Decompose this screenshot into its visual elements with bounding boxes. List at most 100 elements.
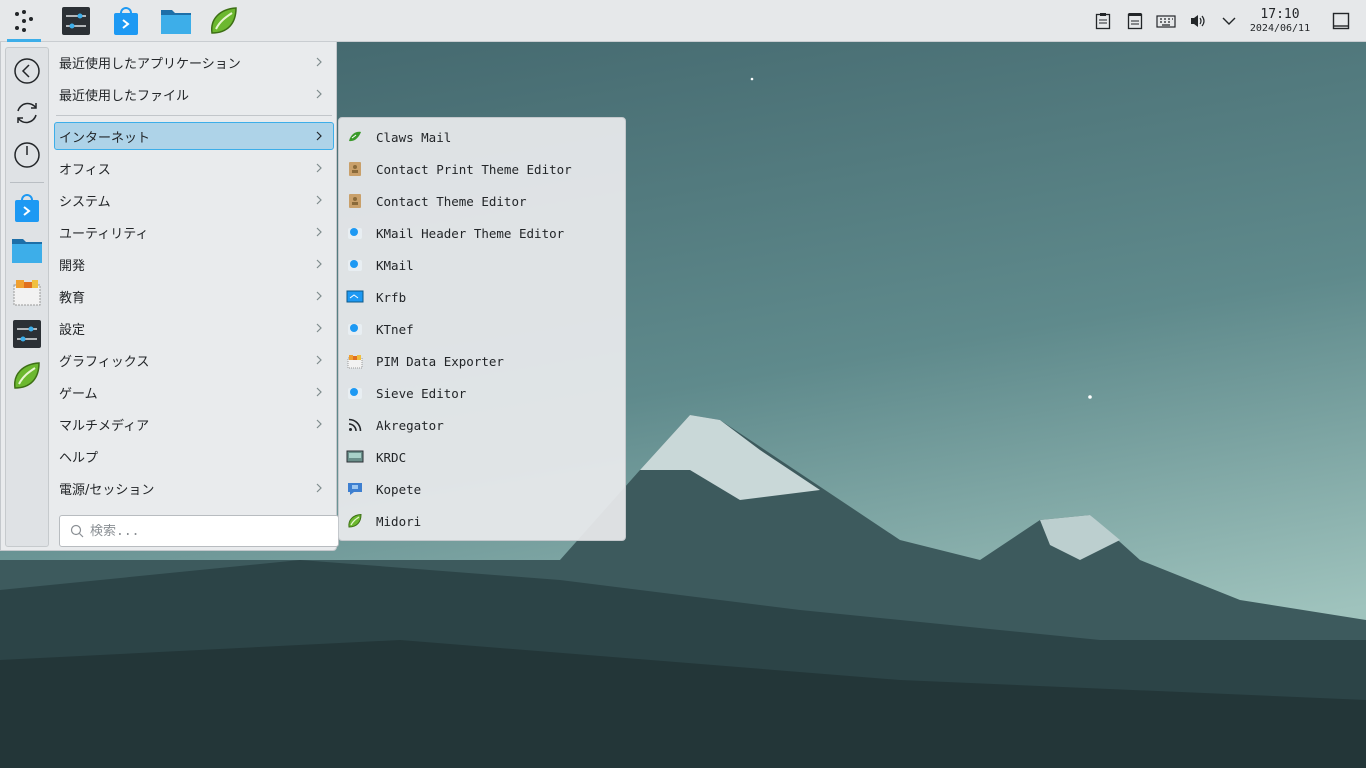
app-label: Contact Print Theme Editor <box>376 161 572 177</box>
kmail-icon <box>346 224 364 242</box>
kmail-icon <box>346 384 364 402</box>
digital-clock[interactable]: 17:10 2024/06/11 <box>1246 7 1314 35</box>
app-label: Sieve Editor <box>376 385 467 401</box>
show-desktop-button[interactable] <box>1330 10 1352 32</box>
app-claws-mail[interactable]: Claws Mail <box>343 122 621 152</box>
keyboard-tray-button[interactable] <box>1155 10 1177 32</box>
app-sieve-editor[interactable]: Sieve Editor <box>343 378 621 408</box>
category-label: 設定 <box>59 322 86 338</box>
remote-desktop-client-icon <box>346 448 364 466</box>
remote-desktop-icon <box>346 288 364 306</box>
fav-file-manager[interactable] <box>8 231 46 269</box>
kde-launcher-icon <box>15 10 33 32</box>
tray-expand-button[interactable] <box>1218 10 1240 32</box>
pim-archive-icon <box>346 352 364 370</box>
category-power-session[interactable]: 電源/セッション <box>54 474 334 502</box>
category-development[interactable]: 開発 <box>54 250 334 278</box>
app-pim-data-exporter[interactable]: PIM Data Exporter <box>343 346 621 376</box>
store-bag-icon <box>15 194 39 222</box>
category-label: ゲーム <box>59 386 98 402</box>
contact-theme-icon <box>346 160 364 178</box>
folder-icon <box>12 239 42 263</box>
kmail-icon <box>346 256 364 274</box>
app-contact-theme-editor[interactable]: Contact Theme Editor <box>343 186 621 216</box>
shutdown-button[interactable] <box>8 136 46 174</box>
midori-launcher[interactable] <box>204 3 244 39</box>
app-kopete[interactable]: Kopete <box>343 474 621 504</box>
settings-sliders-icon <box>62 7 90 35</box>
application-launcher-button[interactable] <box>4 3 44 42</box>
chevron-down-icon <box>1222 17 1236 25</box>
app-label: PIM Data Exporter <box>376 353 504 369</box>
chevron-right-icon <box>316 57 322 67</box>
store-bag-icon <box>114 7 138 35</box>
file-manager-launcher[interactable] <box>156 3 196 39</box>
fav-midori[interactable] <box>8 357 46 395</box>
app-ktnef[interactable]: KTnef <box>343 314 621 344</box>
back-arrow-icon <box>14 58 40 84</box>
category-label: 最近使用したアプリケーション <box>59 56 241 72</box>
discover-launcher[interactable] <box>106 3 146 39</box>
chat-icon <box>346 480 364 498</box>
category-label: 最近使用したファイル <box>59 88 190 104</box>
app-label: Claws Mail <box>376 129 452 145</box>
folder-icon <box>161 10 191 34</box>
clock-date: 2024/06/11 <box>1249 23 1311 34</box>
back-button[interactable] <box>8 52 46 90</box>
category-recent-files[interactable]: 最近使用したファイル <box>54 80 334 108</box>
system-settings-launcher[interactable] <box>56 3 96 39</box>
app-label: Akregator <box>376 417 444 433</box>
category-office[interactable]: オフィス <box>54 154 334 182</box>
category-internet[interactable]: インターネット <box>54 122 334 150</box>
keyboard-icon <box>1156 15 1176 28</box>
rss-feed-icon <box>346 416 364 434</box>
clipboard-icon <box>1095 13 1111 30</box>
category-help[interactable]: ヘルプ <box>54 442 334 470</box>
app-krfb[interactable]: Krfb <box>343 282 621 312</box>
chevron-right-icon <box>316 483 322 493</box>
midori-leaf-icon <box>14 362 40 389</box>
show-desktop-icon <box>1332 12 1350 30</box>
category-utilities[interactable]: ユーティリティ <box>54 218 334 246</box>
app-krdc[interactable]: KRDC <box>343 442 621 472</box>
fav-pim-data[interactable] <box>8 273 46 311</box>
search-box[interactable] <box>59 515 339 547</box>
clock-time: 17:10 <box>1260 7 1300 22</box>
kmail-icon <box>346 320 364 338</box>
category-education[interactable]: 教育 <box>54 282 334 310</box>
app-kmail-header-theme-editor[interactable]: KMail Header Theme Editor <box>343 218 621 248</box>
category-games[interactable]: ゲーム <box>54 378 334 406</box>
category-label: ユーティリティ <box>59 226 149 242</box>
category-label: 電源/セッション <box>59 482 155 498</box>
settings-sliders-icon <box>13 320 41 348</box>
chevron-right-icon <box>316 131 322 141</box>
app-midori[interactable]: Midori <box>343 506 621 536</box>
category-label: オフィス <box>59 162 111 178</box>
app-contact-print-theme-editor[interactable]: Contact Print Theme Editor <box>343 154 621 184</box>
category-system[interactable]: システム <box>54 186 334 214</box>
notes-tray-button[interactable] <box>1124 10 1146 32</box>
chevron-right-icon <box>316 259 322 269</box>
app-kmail[interactable]: KMail <box>343 250 621 280</box>
pim-archive-icon <box>13 280 41 306</box>
category-label: 教育 <box>59 290 86 306</box>
search-input[interactable] <box>90 523 320 539</box>
restart-button[interactable] <box>8 94 46 132</box>
app-akregator[interactable]: Akregator <box>343 410 621 440</box>
midori-leaf-icon <box>346 512 364 530</box>
volume-icon <box>1191 15 1205 27</box>
midori-leaf-icon <box>211 7 237 34</box>
chevron-right-icon <box>316 387 322 397</box>
category-recent-apps[interactable]: 最近使用したアプリケーション <box>54 48 334 76</box>
volume-tray-button[interactable] <box>1187 10 1209 32</box>
chevron-right-icon <box>316 323 322 333</box>
power-icon <box>14 142 40 168</box>
category-settings[interactable]: 設定 <box>54 314 334 342</box>
fav-discover[interactable] <box>8 189 46 227</box>
category-graphics[interactable]: グラフィックス <box>54 346 334 374</box>
fav-system-settings[interactable] <box>8 315 46 353</box>
category-separator <box>56 115 332 116</box>
category-multimedia[interactable]: マルチメディア <box>54 410 334 438</box>
clipboard-tray-button[interactable] <box>1092 10 1114 32</box>
favorites-separator <box>10 182 44 183</box>
